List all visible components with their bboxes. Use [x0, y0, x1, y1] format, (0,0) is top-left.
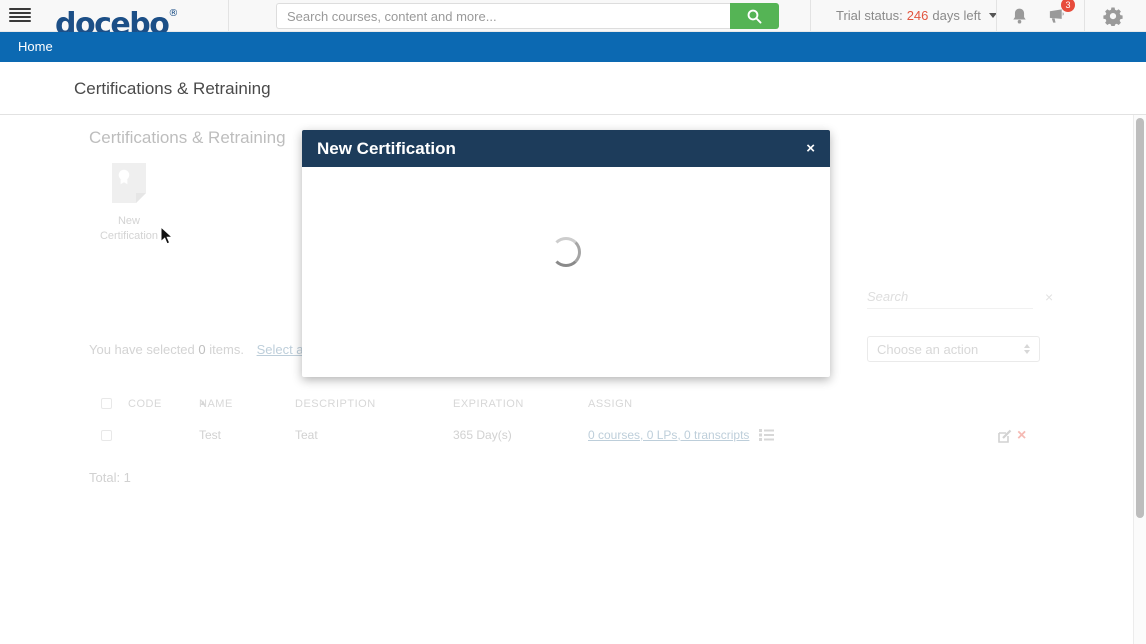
header-divider — [996, 0, 997, 31]
loading-spinner-icon — [551, 237, 581, 267]
table-search: × — [867, 285, 1033, 309]
table-row: Test Teat 365 Day(s) 0 courses, 0 LPs, 0… — [0, 428, 1133, 452]
selection-count: 0 — [198, 342, 205, 357]
table-header-row: CODE NAME ▲ DESCRIPTION EXPIRATION ASSIG… — [0, 398, 1133, 418]
scrollbar-thumb[interactable] — [1136, 118, 1144, 518]
cell-assign: 0 courses, 0 LPs, 0 transcripts — [588, 428, 774, 442]
new-certification-label: New Certification — [89, 214, 169, 244]
table-search-input[interactable] — [867, 289, 1045, 304]
breadcrumb: Home — [0, 32, 1146, 62]
search-icon — [746, 8, 763, 25]
gear-icon — [1103, 6, 1123, 26]
bell-icon — [1010, 6, 1029, 26]
global-search-input[interactable] — [276, 3, 730, 29]
cell-description: Teat — [295, 428, 318, 442]
modal-title: New Certification — [317, 139, 456, 159]
trial-status-dropdown[interactable]: Trial status: 246 days left — [836, 0, 997, 31]
col-header-code[interactable]: CODE — [128, 398, 162, 410]
trial-days-suffix: days left — [932, 8, 980, 23]
messages-button[interactable]: 3 — [1044, 4, 1068, 28]
vertical-scrollbar — [1133, 115, 1146, 644]
new-certification-button[interactable]: New Certification — [89, 163, 169, 244]
messages-count-badge: 3 — [1061, 0, 1075, 12]
page-title-bar: Certifications & Retraining — [0, 62, 1146, 115]
registered-mark: ® — [168, 8, 178, 19]
cell-expiration: 365 Day(s) — [453, 428, 512, 442]
choose-action-dropdown[interactable]: Choose an action — [867, 336, 1040, 362]
settings-button[interactable] — [1101, 4, 1125, 28]
notifications-button[interactable] — [1007, 4, 1031, 28]
col-header-assign: ASSIGN — [588, 398, 633, 410]
sort-asc-icon: ▲ — [199, 398, 207, 407]
selection-items-text: items. — [209, 342, 244, 357]
col-header-description[interactable]: DESCRIPTION — [295, 398, 376, 410]
select-all-checkbox[interactable] — [101, 398, 112, 409]
header-divider — [1084, 0, 1085, 31]
row-actions: × — [997, 428, 1026, 444]
certificate-icon — [112, 163, 146, 203]
top-header: docebo® Trial status: 246 days left — [0, 0, 1146, 32]
hamburger-menu-icon[interactable] — [9, 8, 31, 24]
page-title: Certifications & Retraining — [74, 79, 271, 99]
modal-close-icon[interactable]: × — [806, 141, 815, 156]
assignment-list-icon[interactable] — [759, 429, 774, 441]
selection-text: You have selected — [89, 342, 195, 357]
section-heading: Certifications & Retraining — [89, 128, 286, 148]
clear-search-icon[interactable]: × — [1045, 290, 1053, 304]
docebo-app: docebo® Trial status: 246 days left — [0, 0, 1146, 644]
trial-days-left: 246 — [907, 8, 929, 23]
modal-header: New Certification × — [302, 130, 830, 167]
total-count: Total: 1 — [89, 470, 131, 485]
global-search — [276, 3, 779, 29]
choose-action-label: Choose an action — [877, 342, 978, 357]
row-checkbox[interactable] — [101, 430, 112, 441]
trial-status-label: Trial status: — [836, 8, 903, 23]
new-certification-modal: New Certification × — [302, 130, 830, 377]
search-button[interactable] — [730, 3, 779, 29]
select-arrows-icon — [1024, 344, 1030, 354]
cell-name: Test — [199, 428, 221, 442]
breadcrumb-home-link[interactable]: Home — [18, 32, 53, 62]
assign-counts-link[interactable]: 0 courses, 0 LPs, 0 transcripts — [588, 428, 749, 442]
header-divider — [228, 0, 229, 31]
col-header-expiration[interactable]: EXPIRATION — [453, 398, 524, 410]
delete-icon[interactable]: × — [1017, 428, 1026, 444]
edit-icon[interactable] — [997, 429, 1012, 444]
header-divider — [810, 0, 811, 31]
